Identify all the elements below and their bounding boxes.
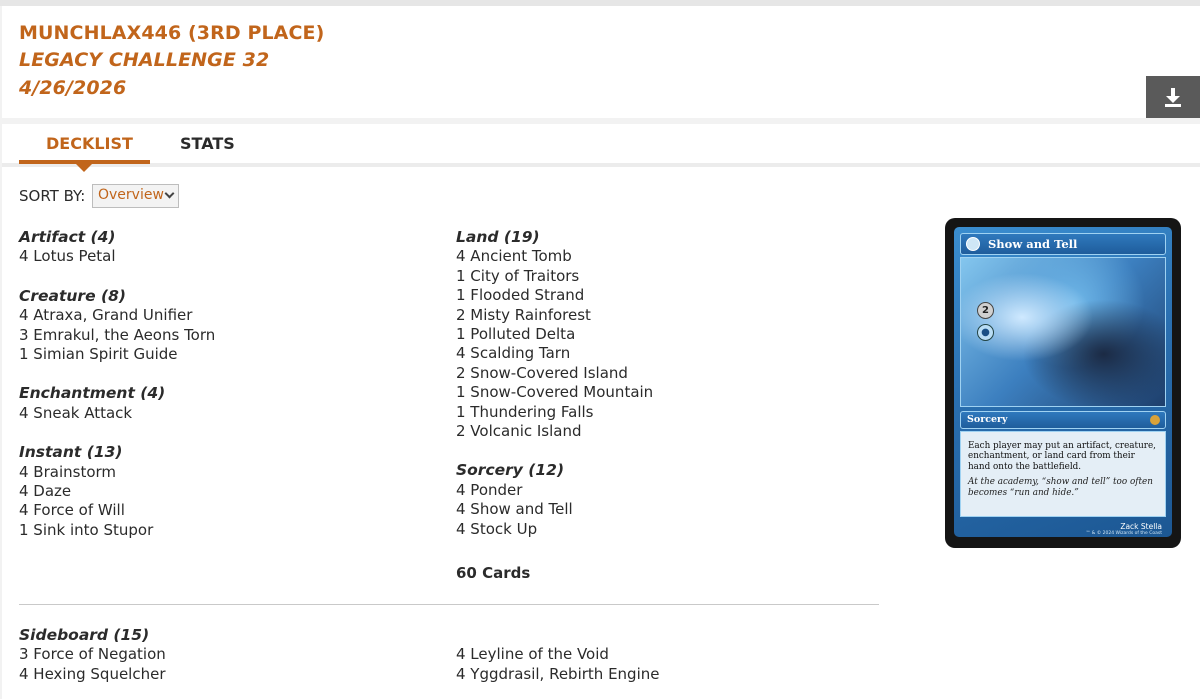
card-entry[interactable]: 4 Ancient Tomb	[456, 247, 876, 266]
card-group: Land (19) 4 Ancient Tomb 1 City of Trait…	[456, 228, 876, 441]
download-icon	[1165, 88, 1181, 107]
card-entry[interactable]: 2 Misty Rainforest	[456, 306, 876, 325]
group-heading: Land (19)	[456, 228, 540, 246]
group-heading: Creature (8)	[19, 286, 126, 305]
card-text-box: Each player may put an artifact, creatur…	[960, 431, 1166, 517]
group-heading: Instant (13)	[19, 443, 123, 462]
rarity-icon	[1150, 415, 1160, 425]
active-tab-caret	[76, 164, 92, 172]
tab-stats[interactable]: STATS	[180, 134, 235, 153]
sideboard-left-column: 3 Force of Negation 4 Hexing Squelcher	[19, 645, 166, 684]
card-artwork: 2 ●	[960, 257, 1166, 407]
card-entry[interactable]: 4 Force of Will	[19, 501, 419, 520]
card-flavor-text: At the academy, “show and tell” too ofte…	[968, 477, 1153, 498]
card-entry[interactable]: 4 Brainstorm	[19, 463, 419, 482]
group-heading: Artifact (4)	[19, 228, 116, 246]
card-entry[interactable]: 4 Leyline of the Void	[456, 645, 659, 665]
card-entry[interactable]: 4 Lotus Petal	[19, 247, 419, 266]
group-heading: Enchantment (4)	[19, 384, 166, 403]
mana-generic-icon: 2	[977, 302, 994, 319]
card-entry[interactable]: 1 Simian Spirit Guide	[19, 345, 419, 364]
card-entry[interactable]: 4 Stock Up	[456, 520, 876, 539]
card-entry[interactable]: 4 Atraxa, Grand Unifier	[19, 306, 419, 325]
card-name: Show and Tell	[988, 237, 1078, 251]
card-entry[interactable]: 4 Daze	[19, 482, 419, 501]
sideboard-right-column: 4 Leyline of the Void 4 Yggdrasil, Rebir…	[456, 645, 659, 684]
tab-decklist[interactable]: DECKLIST	[46, 134, 133, 153]
sideboard-divider	[19, 604, 879, 605]
event-name: LEGACY CHALLENGE 32	[19, 49, 270, 71]
card-preview-image: Show and Tell 2 ● Sorcery Each player ma…	[945, 218, 1181, 548]
card-group: Instant (13) 4 Brainstorm 4 Daze 4 Force…	[19, 443, 419, 540]
card-group: Artifact (4) 4 Lotus Petal	[19, 228, 419, 267]
sideboard-heading: Sideboard (15)	[19, 626, 150, 644]
chevron-down-icon	[164, 188, 175, 199]
set-symbol-icon	[966, 237, 980, 251]
sort-by-label: SORT BY:	[19, 187, 86, 205]
card-entry[interactable]: 4 Sneak Attack	[19, 404, 419, 423]
card-entry[interactable]: 1 Flooded Strand	[456, 286, 876, 305]
card-entry[interactable]: 4 Ponder	[456, 481, 876, 500]
card-copyright: ™ & © 2024 Wizards of the Coast	[1085, 531, 1162, 536]
card-entry[interactable]: 4 Hexing Squelcher	[19, 665, 166, 685]
card-entry[interactable]: 1 Sink into Stupor	[19, 521, 419, 540]
card-frame: Show and Tell 2 ● Sorcery Each player ma…	[954, 227, 1172, 537]
mana-blue-icon: ●	[977, 324, 994, 341]
card-name-bar: Show and Tell	[960, 233, 1166, 255]
decklist-left-column: Artifact (4) 4 Lotus Petal Creature (8) …	[19, 228, 419, 560]
event-date: 4/26/2026	[19, 77, 127, 99]
card-group: Sorcery (12) 4 Ponder 4 Show and Tell 4 …	[456, 461, 876, 539]
card-entry[interactable]: 3 Force of Negation	[19, 645, 166, 665]
card-group: Creature (8) 4 Atraxa, Grand Unifier 3 E…	[19, 287, 419, 365]
card-entry[interactable]: 1 City of Traitors	[456, 267, 876, 286]
card-type: Sorcery	[967, 414, 1008, 425]
card-artist: Zack Stella	[1120, 522, 1162, 531]
tab-bar-divider	[2, 163, 1200, 167]
card-type-line: Sorcery	[960, 411, 1166, 429]
card-entry[interactable]: 4 Yggdrasil, Rebirth Engine	[456, 665, 659, 685]
card-rules-text: Each player may put an artifact, creatur…	[968, 441, 1156, 472]
card-group: Enchantment (4) 4 Sneak Attack	[19, 384, 419, 423]
card-entry[interactable]: 2 Snow-Covered Island	[456, 364, 876, 383]
card-entry[interactable]: 1 Snow-Covered Mountain	[456, 383, 876, 402]
card-entry[interactable]: 3 Emrakul, the Aeons Torn	[19, 326, 419, 345]
group-heading: Sorcery (12)	[456, 461, 565, 480]
card-entry[interactable]: 1 Polluted Delta	[456, 325, 876, 344]
card-entry[interactable]: 4 Show and Tell	[456, 500, 876, 519]
card-entry[interactable]: 4 Scalding Tarn	[456, 344, 876, 363]
card-total: 60 Cards	[456, 564, 531, 582]
player-name: MUNCHLAX446 (3RD PLACE)	[19, 22, 325, 44]
sort-select[interactable]: Overview	[92, 184, 179, 208]
download-button[interactable]	[1146, 76, 1200, 118]
card-entry[interactable]: 2 Volcanic Island	[456, 422, 876, 441]
decklist-right-column: Land (19) 4 Ancient Tomb 1 City of Trait…	[456, 228, 876, 559]
deck-header: MUNCHLAX446 (3RD PLACE) LEGACY CHALLENGE…	[2, 6, 1200, 118]
card-entry[interactable]: 1 Thundering Falls	[456, 403, 876, 422]
sort-select-value: Overview	[98, 187, 164, 203]
